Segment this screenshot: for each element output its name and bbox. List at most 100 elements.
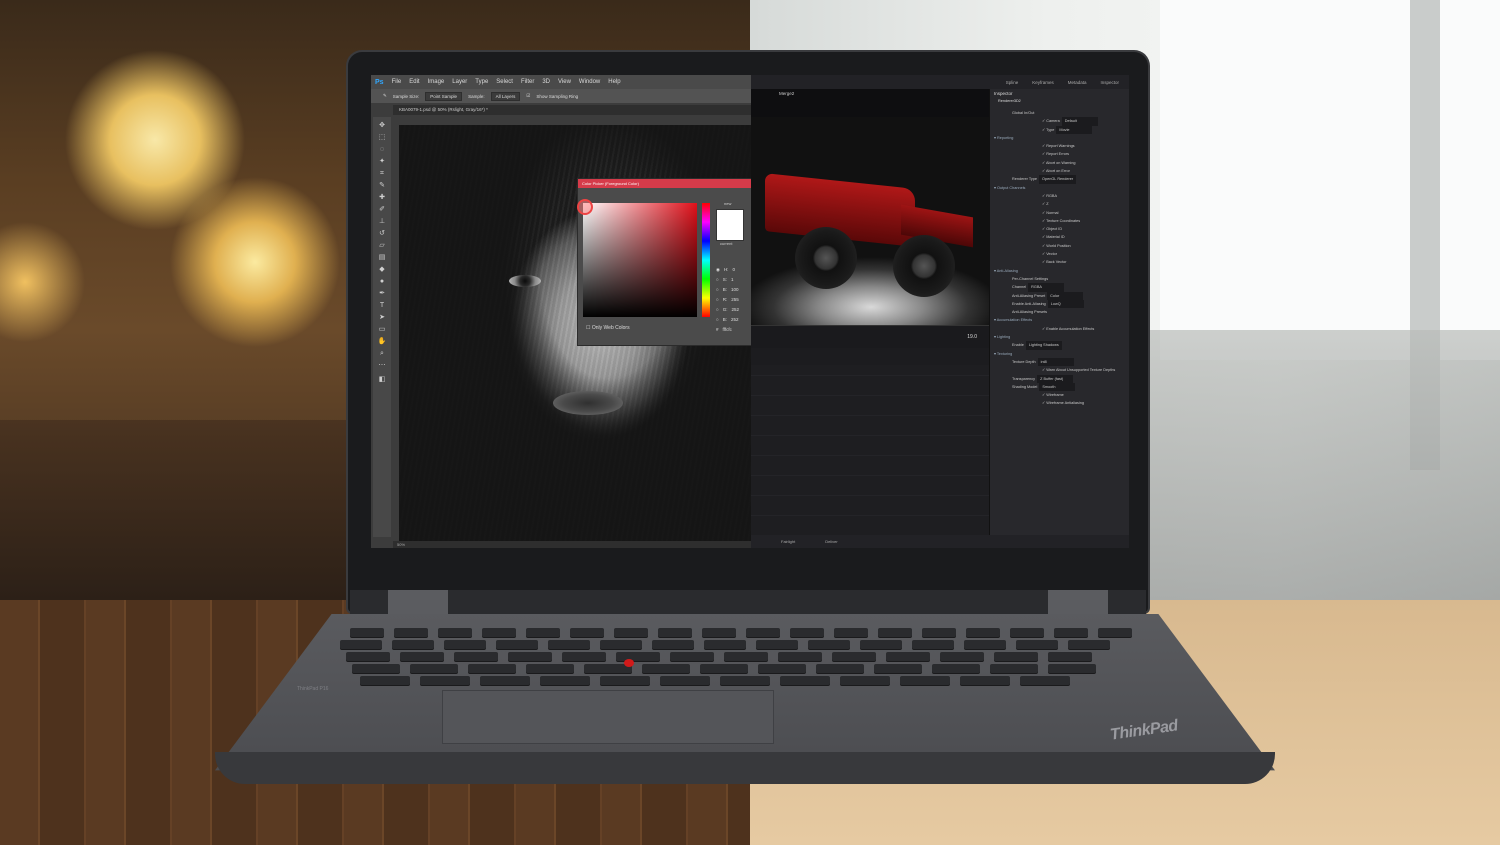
keyboard-key[interactable]: [444, 640, 486, 649]
inspector-row[interactable]: ▾ Output Channels: [994, 184, 1124, 192]
tab-metadata[interactable]: Metadata: [1068, 80, 1087, 85]
inspector-row[interactable]: ▾ Reporting: [994, 134, 1124, 142]
inspector-row[interactable]: Channel RGBA: [994, 283, 1124, 292]
dv-node-editor[interactable]: [751, 365, 989, 535]
keyboard-key[interactable]: [540, 676, 590, 685]
tab-inspector[interactable]: Inspector: [1100, 80, 1119, 85]
keyboard-key[interactable]: [912, 640, 954, 649]
keyboard-key[interactable]: [940, 652, 984, 661]
inspector-row[interactable]: Transparency Z Buffer (fast): [994, 374, 1124, 383]
keyboard-key[interactable]: [614, 628, 648, 637]
inspector-row[interactable]: ✓ Material ID: [994, 233, 1124, 241]
color-field-marker[interactable]: [577, 199, 593, 215]
inspector-row[interactable]: ✓ Report Warnings: [994, 142, 1124, 150]
field-blue-radio[interactable]: ○: [716, 315, 719, 325]
marquee-tool-icon[interactable]: ⬚: [376, 133, 388, 143]
inspector-row-value[interactable]: Lighting Shadows: [1025, 341, 1062, 350]
sample-size-select[interactable]: Point Sample: [425, 91, 463, 101]
eraser-tool-icon[interactable]: ▱: [376, 241, 388, 251]
inspector-row-value[interactable]: Movie: [1056, 125, 1093, 134]
inspector-row-value[interactable]: LowQ: [1047, 299, 1084, 309]
keyboard-key[interactable]: [660, 676, 710, 685]
tab-fairlight[interactable]: Fairlight: [781, 539, 795, 544]
menu-help[interactable]: Help: [608, 79, 620, 85]
keyboard-key[interactable]: [704, 640, 746, 649]
inspector-row[interactable]: ✓ Wireframe Antialiasing: [994, 399, 1124, 407]
inspector-row[interactable]: ✓ RGBA: [994, 192, 1124, 200]
menu-select[interactable]: Select: [496, 79, 513, 85]
keyboard-key[interactable]: [834, 628, 868, 637]
path-select-icon[interactable]: ➤: [376, 313, 388, 323]
field-r-value[interactable]: 255: [731, 295, 739, 305]
inspector-row-value[interactable]: int8: [1037, 357, 1074, 367]
keyboard-key[interactable]: [1048, 652, 1092, 661]
keyboard-key[interactable]: [658, 628, 692, 637]
menu-edit[interactable]: Edit: [409, 79, 419, 85]
keyboard-key[interactable]: [886, 652, 930, 661]
keyboard-key[interactable]: [860, 640, 902, 649]
menu-window[interactable]: Window: [579, 79, 600, 85]
keyboard-key[interactable]: [780, 676, 830, 685]
tab-keyframes[interactable]: Keyframes: [1032, 80, 1054, 85]
dv-timebar[interactable]: 19.0: [751, 325, 989, 348]
only-web-colors[interactable]: ☐ Only Web Colors: [586, 325, 630, 331]
keyboard-key[interactable]: [878, 628, 912, 637]
inspector-row-value[interactable]: RGBA: [1028, 283, 1065, 292]
inspector-row[interactable]: ✓ Report Errors: [994, 150, 1124, 158]
blur-tool-icon[interactable]: ◆: [376, 265, 388, 275]
inspector-row[interactable]: ✓ Texture Coordinates: [994, 217, 1124, 225]
keyboard-key[interactable]: [808, 640, 850, 649]
keyboard-key[interactable]: [1054, 628, 1088, 637]
sample-select[interactable]: All Layers: [490, 91, 521, 101]
keyboard-key[interactable]: [570, 628, 604, 637]
history-brush-icon[interactable]: ↺: [376, 229, 388, 239]
keyboard-key[interactable]: [360, 676, 410, 685]
inspector-row[interactable]: ✓ Abort on Error: [994, 167, 1124, 175]
keyboard-key[interactable]: [642, 664, 690, 673]
keyboard-key[interactable]: [480, 676, 530, 685]
keyboard-key[interactable]: [840, 676, 890, 685]
keyboard-key[interactable]: [482, 628, 516, 637]
keyboard-key[interactable]: [1020, 676, 1070, 685]
keyboard-key[interactable]: [724, 652, 768, 661]
show-ring-checkbox[interactable]: ☑: [526, 93, 530, 99]
stamp-tool-icon[interactable]: ⊥: [376, 217, 388, 227]
tab-spline[interactable]: Spline: [1006, 80, 1019, 85]
inspector-row[interactable]: Per-Channel Settings: [994, 275, 1124, 283]
inspector-row[interactable]: Enable Anti-Aliasing LowQ: [994, 299, 1124, 309]
keyboard-key[interactable]: [508, 652, 552, 661]
hand-tool-icon[interactable]: ✋: [376, 337, 388, 347]
field-h-radio[interactable]: ◉: [716, 265, 720, 275]
inspector-row[interactable]: ✓ Vector: [994, 250, 1124, 258]
keyboard-key[interactable]: [346, 652, 390, 661]
eyedropper-tool-icon[interactable]: ✎: [376, 181, 388, 191]
keyboard-key[interactable]: [410, 664, 458, 673]
keyboard-key[interactable]: [350, 628, 384, 637]
menu-type[interactable]: Type: [475, 79, 488, 85]
keyboard-key[interactable]: [960, 676, 1010, 685]
keyboard-key[interactable]: [468, 664, 516, 673]
more-tools-icon[interactable]: ⋯: [376, 361, 388, 371]
inspector-row[interactable]: ✓ Camera Default: [994, 117, 1124, 126]
field-s-value[interactable]: 1: [731, 275, 734, 285]
keyboard-key[interactable]: [816, 664, 864, 673]
field-h-value[interactable]: 0: [732, 265, 735, 275]
inspector-row[interactable]: Global In/Out: [994, 109, 1124, 117]
field-s-radio[interactable]: ○: [716, 275, 719, 285]
keyboard-key[interactable]: [454, 652, 498, 661]
crop-tool-icon[interactable]: ⌗: [376, 169, 388, 179]
eyedropper-icon[interactable]: ✎: [383, 93, 387, 99]
inspector-row[interactable]: Texture Depth int8: [994, 357, 1124, 367]
color-swatches-icon[interactable]: ◧: [376, 375, 388, 385]
inspector-row[interactable]: ✓ Z: [994, 200, 1124, 208]
gradient-tool-icon[interactable]: ▤: [376, 253, 388, 263]
keyboard-key[interactable]: [526, 628, 560, 637]
field-b-radio[interactable]: ○: [716, 285, 719, 295]
keyboard-key[interactable]: [400, 652, 444, 661]
inspector-row-value[interactable]: Smooth: [1039, 382, 1076, 392]
move-tool-icon[interactable]: ✥: [376, 121, 388, 131]
menu-view[interactable]: View: [558, 79, 571, 85]
hue-slider[interactable]: [702, 203, 710, 317]
keyboard-key[interactable]: [394, 628, 428, 637]
type-tool-icon[interactable]: T: [376, 301, 388, 311]
